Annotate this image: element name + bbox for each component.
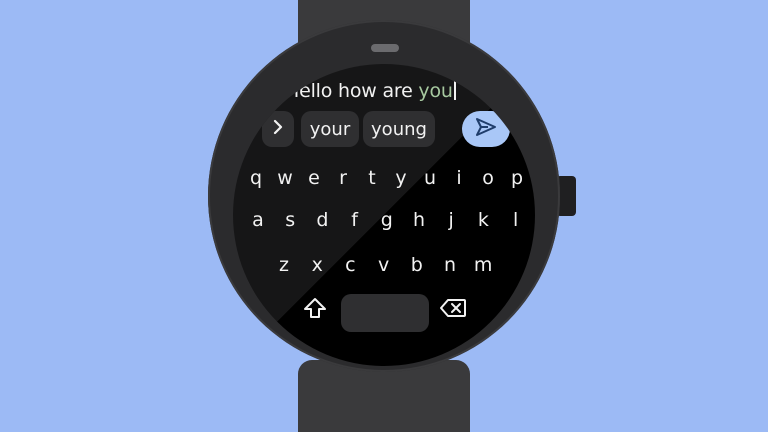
send-button[interactable] [462,111,510,147]
text-input[interactable]: Hello how are you [285,80,456,102]
watch-screen: Hello how are you your young qwertyuiop … [233,64,535,366]
key-y[interactable]: y [388,164,414,192]
watch-sensor [371,44,399,52]
key-w[interactable]: w [272,164,298,192]
key-p[interactable]: p [504,164,530,192]
key-o[interactable]: o [475,164,501,192]
space-key[interactable] [341,294,429,332]
key-n[interactable]: n [437,251,463,279]
send-icon [474,117,498,141]
suggestion-label: your [309,118,351,140]
key-e[interactable]: e [301,164,327,192]
key-g[interactable]: g [374,206,400,234]
key-s[interactable]: s [277,206,303,234]
shift-icon [303,297,327,323]
key-b[interactable]: b [404,251,430,279]
expand-suggestions-button[interactable] [262,111,294,147]
key-h[interactable]: h [406,206,432,234]
backspace-icon [439,298,467,322]
suggestion-chip-1[interactable]: your [301,111,359,147]
shift-key[interactable] [301,296,329,324]
key-k[interactable]: k [470,206,496,234]
key-v[interactable]: v [371,251,397,279]
key-f[interactable]: f [342,206,368,234]
keyboard-panel: Hello how are you your young qwertyuiop … [233,64,535,366]
key-r[interactable]: r [330,164,356,192]
key-l[interactable]: l [503,206,529,234]
key-c[interactable]: c [337,251,363,279]
autocomplete-text: you [418,80,453,102]
key-d[interactable]: d [309,206,335,234]
key-a[interactable]: a [245,206,271,234]
text-cursor [453,81,456,100]
key-u[interactable]: u [417,164,443,192]
key-z[interactable]: z [271,251,297,279]
typed-text: Hello how are [285,80,419,102]
suggestion-chip-2[interactable]: young [363,111,435,147]
key-x[interactable]: x [304,251,330,279]
suggestion-label: young [371,118,427,140]
backspace-key[interactable] [437,296,469,324]
key-j[interactable]: j [438,206,464,234]
key-q[interactable]: q [243,164,269,192]
key-m[interactable]: m [470,251,496,279]
key-i[interactable]: i [446,164,472,192]
key-t[interactable]: t [359,164,385,192]
chevron-right-icon [272,119,284,140]
